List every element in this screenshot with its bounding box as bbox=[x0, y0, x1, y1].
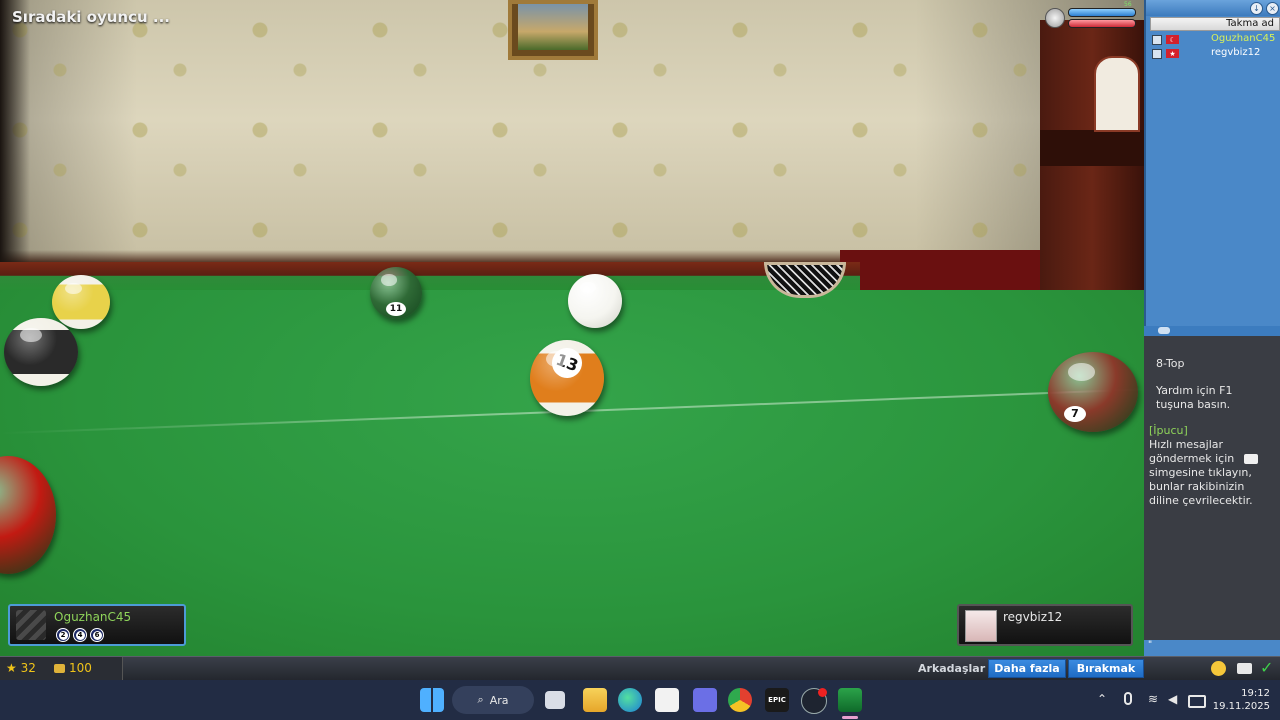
ball-number: 13 bbox=[547, 343, 587, 383]
avatar bbox=[965, 610, 997, 642]
edge-browser-icon[interactable] bbox=[618, 688, 642, 712]
stars-stat: ★ 32 bbox=[6, 661, 36, 675]
clock-time: 19:12 bbox=[1241, 688, 1270, 699]
download-icon[interactable]: ↓ bbox=[1250, 2, 1263, 15]
taskbar: ⌕ Ara EPIC ⌃ ≋ ◀ 19:12 19.11.2025 bbox=[0, 680, 1280, 720]
player-card-right[interactable]: regvbiz12 bbox=[957, 604, 1133, 646]
search-icon: ⌕ bbox=[477, 693, 484, 706]
microphone-icon[interactable] bbox=[1124, 692, 1132, 705]
pool-ball[interactable]: 11 bbox=[370, 267, 422, 319]
teams-icon[interactable] bbox=[693, 688, 717, 712]
taskbar-search[interactable]: ⌕ Ara bbox=[452, 686, 534, 714]
player-info-icon bbox=[1152, 35, 1162, 45]
smiley-icon[interactable] bbox=[1211, 661, 1226, 676]
chevron-up-icon[interactable]: ⌃ bbox=[1097, 692, 1107, 706]
player-list-name: OguzhanC45 bbox=[1211, 33, 1276, 44]
chat-title: 8-Top bbox=[1156, 357, 1185, 370]
more-button[interactable]: Daha fazla bbox=[988, 659, 1066, 678]
mini-ball-number: 6 bbox=[92, 630, 102, 640]
wall-painting bbox=[508, 0, 598, 60]
stars-count: 32 bbox=[20, 661, 36, 675]
column-header-nickname[interactable]: Takma ad bbox=[1150, 17, 1280, 31]
epic-games-icon[interactable]: EPIC bbox=[765, 688, 789, 712]
pool-game-icon[interactable] bbox=[838, 688, 862, 712]
friends-link[interactable]: Arkadaşlar bbox=[918, 662, 985, 675]
player-name: regvbiz12 bbox=[1003, 610, 1063, 624]
ball-number: 11 bbox=[386, 301, 406, 316]
remaining-balls: 2 4 6 bbox=[56, 628, 104, 642]
notification-badge bbox=[818, 688, 827, 697]
checkmark-icon[interactable]: ✓ bbox=[1260, 658, 1273, 677]
splitter-handle[interactable] bbox=[1158, 327, 1170, 334]
pool-ball[interactable] bbox=[52, 275, 110, 329]
mini-ball: 4 bbox=[73, 628, 87, 642]
clock-date: 19.11.2025 bbox=[1212, 701, 1270, 712]
player-list-row[interactable]: ☾ OguzhanC45 bbox=[1150, 33, 1280, 47]
painting-canvas bbox=[518, 4, 588, 50]
opponent-timer-bar bbox=[1068, 19, 1136, 28]
quick-message-icon bbox=[1244, 454, 1258, 464]
wifi-icon[interactable]: ≋ bbox=[1148, 692, 1158, 706]
game-scene[interactable]: 11 13 7 Sıradaki oyuncu ... 56 FPS Oguzh… bbox=[0, 0, 1144, 656]
leave-button[interactable]: Bırakmak bbox=[1068, 659, 1144, 678]
chat-bubble-icon[interactable] bbox=[1237, 663, 1252, 674]
flag-icon: ☾ bbox=[1166, 35, 1179, 44]
bottom-bar: ★ 32 100 Arkadaşlar Daha fazla Bırakmak … bbox=[0, 656, 1280, 680]
coins-count: 100 bbox=[69, 661, 92, 675]
chrome-icon[interactable] bbox=[728, 688, 752, 712]
ball-number: 7 bbox=[1064, 406, 1086, 423]
mini-ball: 6 bbox=[90, 628, 104, 642]
coin-icon bbox=[54, 664, 65, 673]
coins-stat: 100 bbox=[54, 661, 92, 675]
battery-icon[interactable] bbox=[1188, 695, 1206, 708]
cabinet-glass-panel bbox=[1094, 56, 1140, 132]
windows-start-icon[interactable] bbox=[420, 688, 444, 712]
star-icon: ★ bbox=[6, 661, 17, 675]
chat-help: Yardım için F1 tuşuna basın. bbox=[1156, 384, 1233, 411]
volume-icon[interactable]: ◀ bbox=[1168, 692, 1177, 706]
mini-ball: 2 bbox=[56, 628, 70, 642]
pool-ball[interactable]: 13 bbox=[530, 340, 604, 416]
left-shadow bbox=[0, 0, 30, 290]
task-view-icon[interactable] bbox=[545, 691, 565, 709]
store-icon[interactable] bbox=[655, 688, 679, 712]
player-card-left[interactable]: OguzhanC45 2 4 6 bbox=[8, 604, 186, 646]
pool-ball[interactable]: 7 bbox=[1048, 352, 1138, 432]
player-list-row[interactable]: ★ regvbiz12 bbox=[1150, 47, 1280, 61]
search-label: Ara bbox=[489, 693, 509, 707]
file-explorer-icon[interactable] bbox=[583, 688, 607, 712]
mini-ball-number: 2 bbox=[58, 630, 68, 640]
player-info-icon bbox=[1152, 49, 1162, 59]
player-list-name: regvbiz12 bbox=[1211, 47, 1261, 58]
player-stats: ★ 32 100 bbox=[0, 657, 123, 680]
next-player-label: Sıradaki oyuncu ... bbox=[12, 8, 170, 26]
player-name: OguzhanC45 bbox=[54, 610, 132, 624]
sidebar: ↓ × Takma ad ☾ OguzhanC45 ★ regvbiz12 8-… bbox=[1144, 0, 1280, 656]
avatar bbox=[16, 610, 46, 640]
close-icon[interactable]: × bbox=[1266, 2, 1279, 15]
player-list-panel: ↓ × Takma ad ☾ OguzhanC45 ★ regvbiz12 bbox=[1144, 0, 1280, 330]
cabinet-shelf bbox=[1040, 130, 1144, 166]
mini-ball-number: 4 bbox=[75, 630, 85, 640]
chat-input[interactable]: " bbox=[1144, 640, 1280, 656]
chat-hint-text: Hızlı mesajlar göndermek için simgesine … bbox=[1149, 438, 1253, 507]
flag-icon: ★ bbox=[1166, 49, 1179, 58]
system-clock[interactable]: 19:12 19.11.2025 bbox=[1212, 687, 1270, 713]
chat-log[interactable]: 8-Top Yardım için F1 tuşuna basın. [İpuc… bbox=[1144, 336, 1280, 640]
chat-hint-label: [İpucu] bbox=[1149, 424, 1188, 437]
shot-timer-bar bbox=[1068, 8, 1136, 17]
cue-ball[interactable] bbox=[568, 274, 622, 328]
panel-splitter[interactable] bbox=[1144, 326, 1280, 336]
active-app-indicator bbox=[842, 716, 858, 719]
pool-ball[interactable] bbox=[4, 318, 78, 386]
panel-titlebar: ↓ × bbox=[1146, 0, 1280, 16]
clock-icon bbox=[1045, 8, 1065, 28]
